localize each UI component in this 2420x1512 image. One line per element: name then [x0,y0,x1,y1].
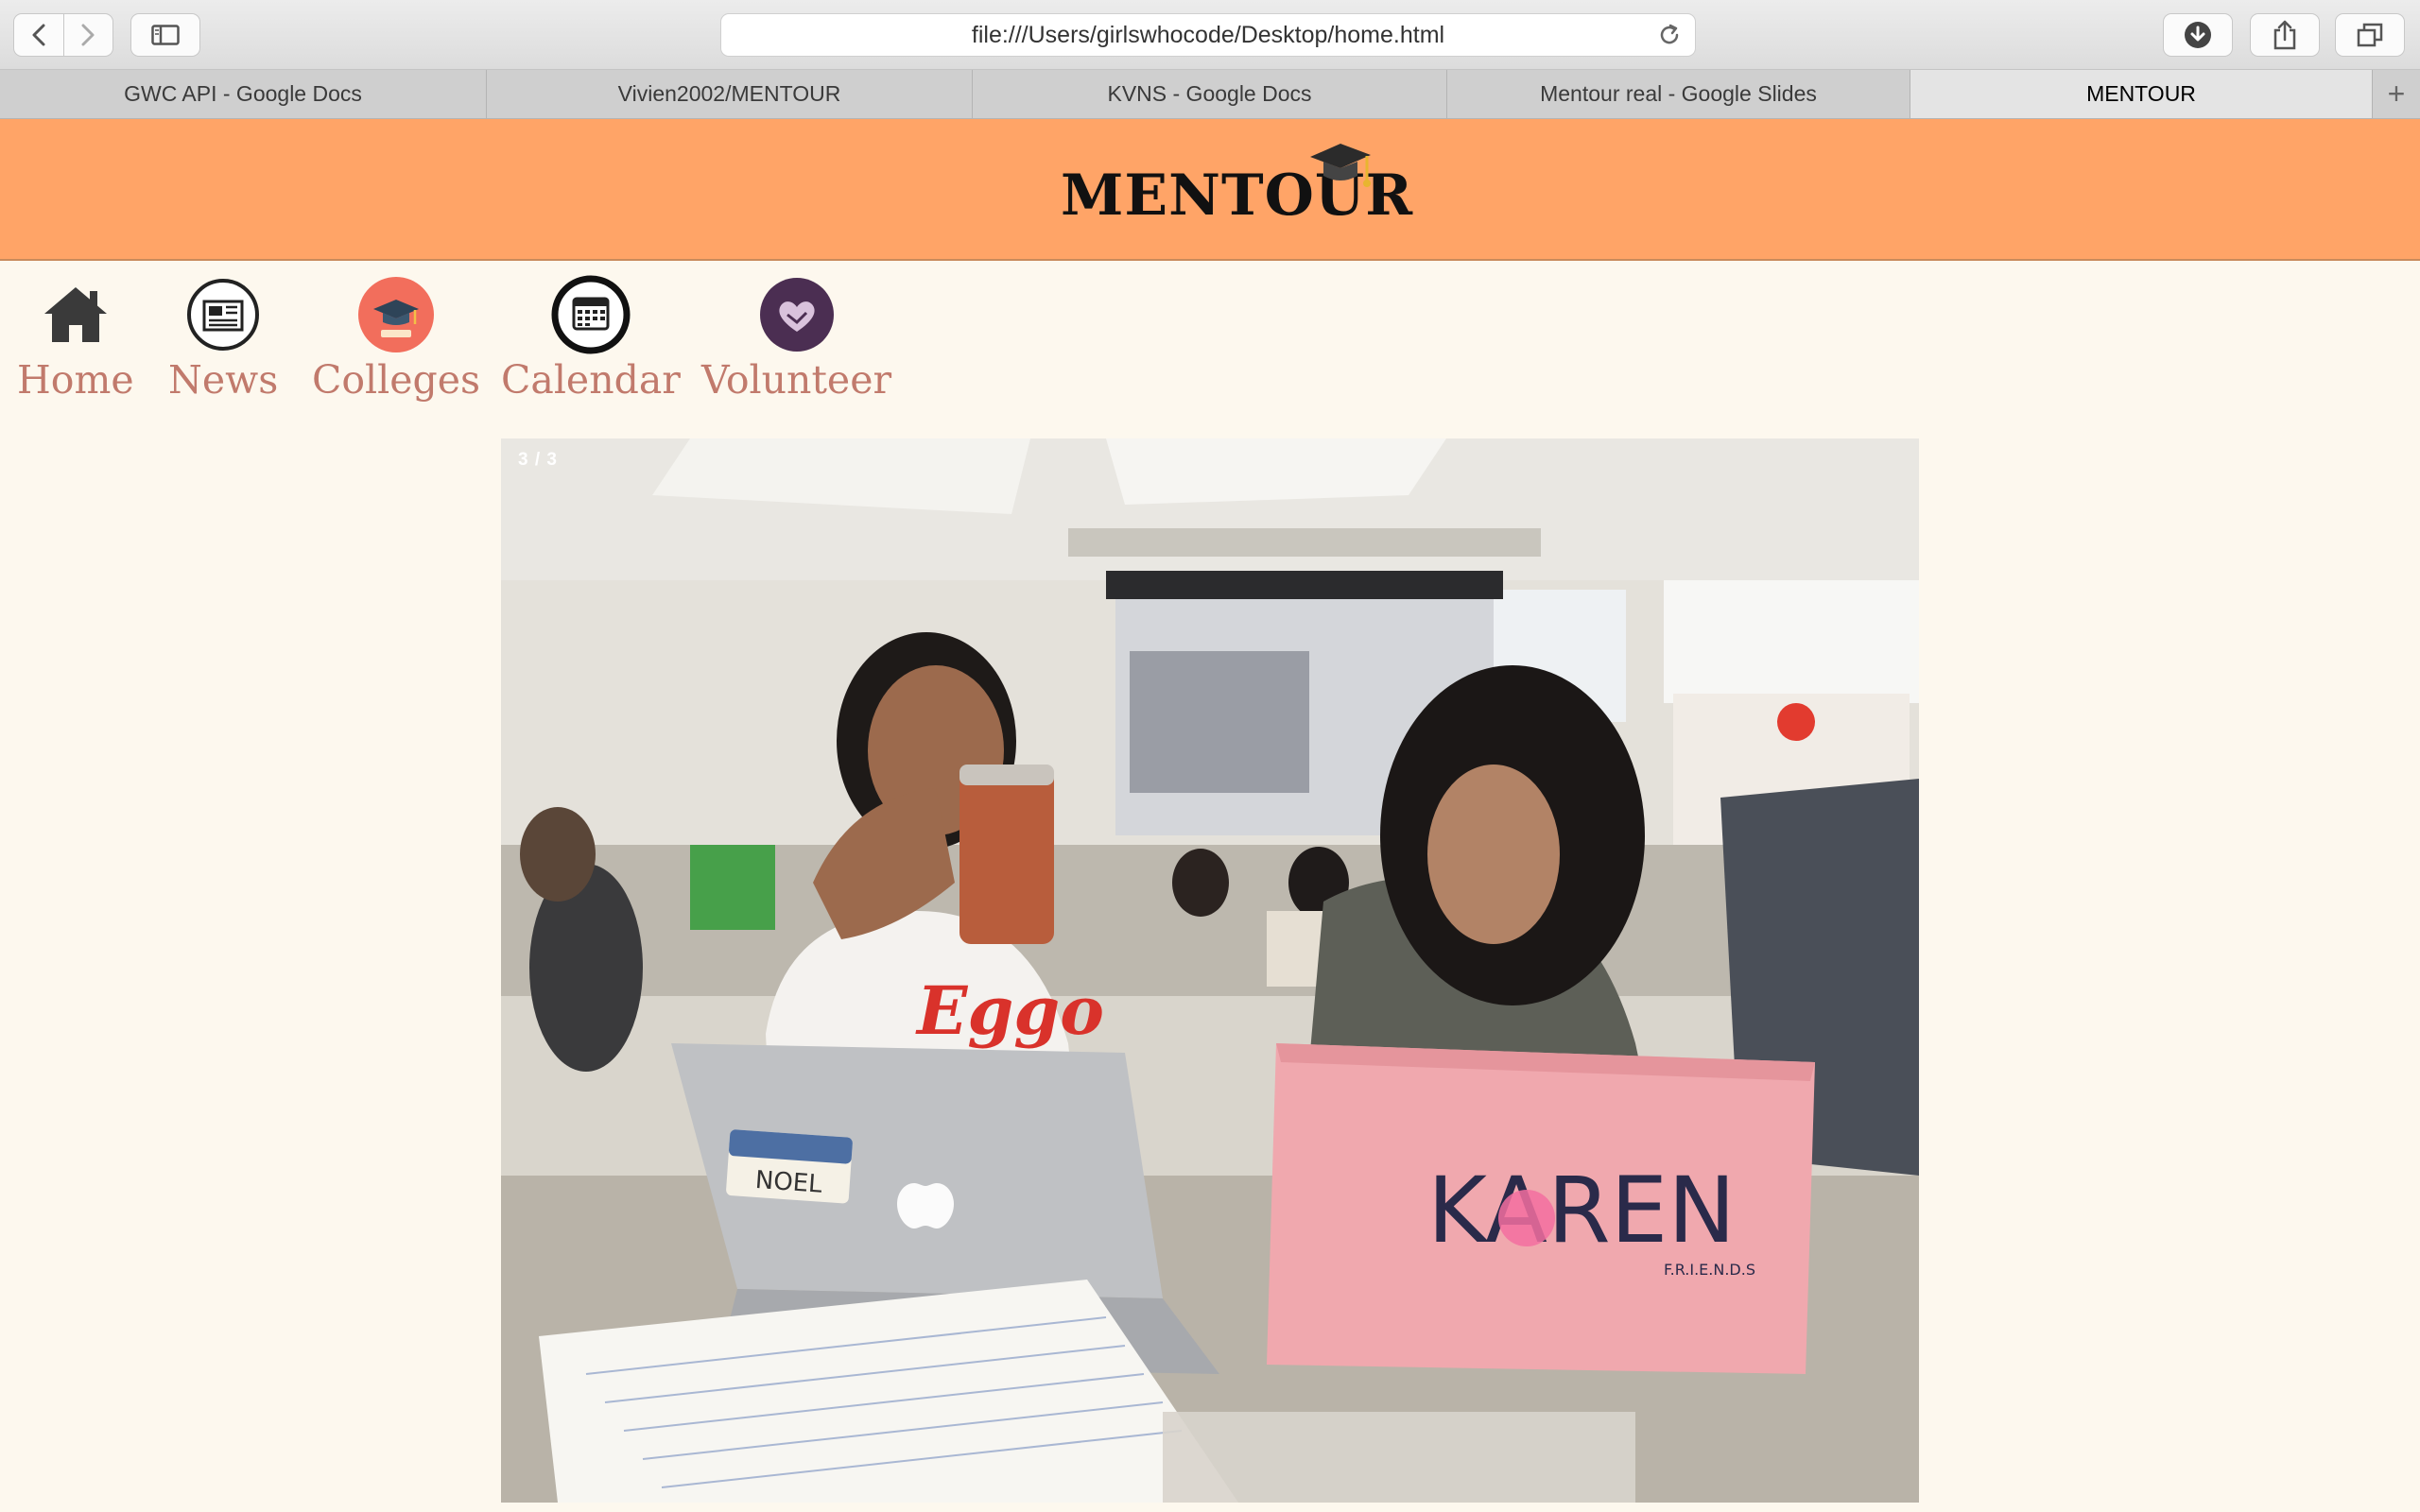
tab-mentour[interactable]: MENTOUR [1910,70,2373,118]
tab-mentour-real[interactable]: Mentour real - Google Slides [1447,70,1910,118]
newspaper-icon [182,274,264,355]
laptop-friends-text: F.R.I.E.N.D.S [1664,1261,1755,1279]
graduation-cap-icon [355,274,437,355]
classroom-photo: Eggo NOEL KAREN F.R.I.E.N.D.S [501,438,1919,1503]
graduation-cap-logo-icon [1310,144,1371,187]
heart-hands-icon [756,274,838,355]
back-icon [32,24,45,46]
tab-label: MENTOUR [2086,81,2196,106]
sidebar-icon [151,25,180,45]
new-tab-button[interactable]: + [2373,70,2420,118]
slide-counter: 3 / 3 [518,450,558,470]
site-header: MENTOUR [0,119,2420,261]
laptop-name-text: KAREN [1427,1158,1736,1263]
laptop-sticker-text: NOEL [754,1166,823,1199]
tab-bar: GWC API - Google Docs Vivien2002/MENTOUR… [0,70,2420,119]
nav-colleges[interactable]: Colleges [312,274,480,403]
calendar-icon [550,274,631,355]
address-bar[interactable]: file:///Users/girlswhocode/Desktop/home.… [720,13,1696,57]
forward-icon [81,24,95,46]
new-tab-icon: + [2387,77,2406,111]
nav-label: News [168,357,279,403]
tab-label: Mentour real - Google Slides [1540,81,1817,106]
tab-label: Vivien2002/MENTOUR [617,81,841,106]
download-icon [2185,22,2211,48]
share-icon [2273,20,2296,50]
slideshow-image[interactable]: Eggo NOEL KAREN F.R.I.E.N.D.S 3 / 3 [501,438,1919,1503]
downloads-button[interactable] [2163,13,2233,57]
browser-toolbar: file:///Users/girlswhocode/Desktop/home.… [0,0,2420,70]
nav-home[interactable]: Home [17,274,134,403]
nav-label: Calendar [501,357,681,403]
nav-volunteer[interactable]: Volunteer [701,274,891,403]
tab-gwc-api[interactable]: GWC API - Google Docs [0,70,487,118]
tab-label: KVNS - Google Docs [1107,81,1312,106]
home-icon [35,274,116,355]
tabs-overview-icon [2357,23,2383,47]
tabs-overview-button[interactable] [2335,13,2405,57]
tab-label: GWC API - Google Docs [124,81,362,106]
back-button[interactable] [14,14,63,56]
shirt-text: Eggo [915,971,1104,1050]
forward-button[interactable] [62,14,113,56]
nav-label: Home [17,357,134,403]
tab-vivien-mentour[interactable]: Vivien2002/MENTOUR [487,70,973,118]
nav-label: Colleges [312,357,481,403]
nav-news[interactable]: News [168,274,278,403]
sidebar-button[interactable] [130,13,200,57]
url-text: file:///Users/girlswhocode/Desktop/home.… [971,21,1445,48]
nav-calendar[interactable]: Calendar [501,274,681,403]
nav-label: Volunteer [701,357,892,403]
history-nav-group [13,13,113,57]
reload-icon[interactable] [1657,23,1682,47]
tab-kvns[interactable]: KVNS - Google Docs [973,70,1447,118]
share-button[interactable] [2250,13,2320,57]
